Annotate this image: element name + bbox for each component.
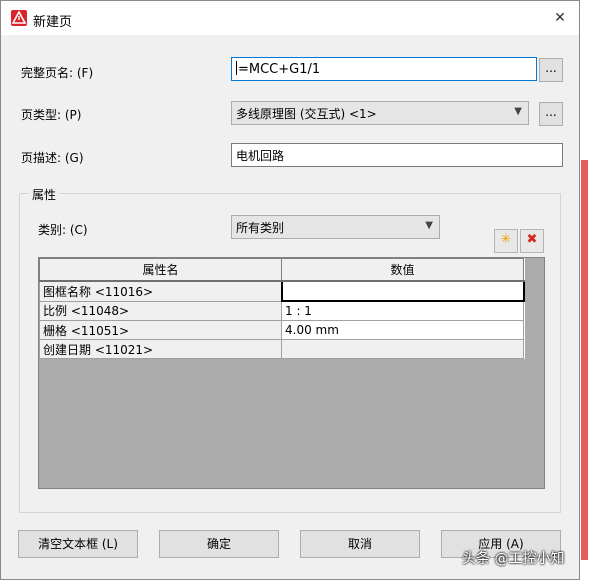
page-description-label: 页描述: (G) — [21, 151, 84, 165]
grid-header-row: 属性名 数值 — [39, 258, 524, 282]
chevron-down-icon: ▼ — [425, 220, 433, 231]
table-row: 创建日期 <11021> — [39, 339, 524, 359]
full-page-name-input[interactable]: =MCC+G1/1 — [231, 57, 537, 81]
page-type-browse-button[interactable]: ... — [539, 102, 563, 126]
watermark-text: 头条 @工控小知 — [462, 551, 565, 567]
category-label: 类别: (C) — [38, 223, 88, 237]
text-caret — [236, 61, 237, 75]
window-title: 新建页 — [33, 15, 73, 30]
properties-grid: 属性名 数值 图框名称 <11016> 比例 <11048> 1 : 1 栅格 … — [38, 257, 545, 489]
page-type-value: 多线原理图 (交互式) <1> — [236, 107, 377, 121]
property-value-cell[interactable]: 1 : 1 — [281, 300, 524, 321]
page-type-select[interactable]: 多线原理图 (交互式) <1> ▼ — [231, 101, 529, 125]
background-red-markings — [581, 160, 588, 560]
background-drawing — [580, 0, 589, 580]
property-name-cell: 创建日期 <11021> — [39, 339, 282, 359]
property-name-cell: 栅格 <11051> — [39, 320, 282, 340]
title-bar: 新建页 ✕ — [1, 1, 579, 35]
new-page-dialog: 新建页 ✕ 完整页名: (F) =MCC+G1/1 ... 页类型: (P) 多… — [0, 0, 580, 580]
cancel-button[interactable]: 取消 — [300, 530, 420, 558]
full-page-name-value: =MCC+G1/1 — [238, 62, 321, 77]
full-page-name-label: 完整页名: (F) — [21, 66, 94, 80]
ok-button[interactable]: 确定 — [159, 530, 279, 558]
property-name-cell: 比例 <11048> — [39, 300, 282, 321]
category-select[interactable]: 所有类别 ▼ — [231, 215, 440, 239]
property-name-cell: 图框名称 <11016> — [39, 280, 282, 302]
property-value-cell[interactable]: 4.00 mm — [281, 320, 524, 340]
chevron-down-icon: ▼ — [514, 106, 522, 117]
column-header-property-name[interactable]: 属性名 — [39, 258, 282, 282]
category-value: 所有类别 — [236, 221, 285, 235]
app-logo-icon — [11, 10, 27, 26]
clear-textbox-button[interactable]: 清空文本框 (L) — [18, 530, 138, 558]
full-page-name-browse-button[interactable]: ... — [539, 58, 563, 82]
close-icon[interactable]: ✕ — [549, 7, 571, 29]
table-row: 比例 <11048> 1 : 1 — [39, 300, 524, 321]
delete-x-icon[interactable]: ✖ — [520, 229, 544, 253]
page-description-input[interactable]: 电机回路 — [231, 143, 563, 167]
property-value-cell[interactable] — [281, 339, 524, 359]
page-type-label: 页类型: (P) — [21, 108, 82, 122]
properties-group-label: 属性 — [29, 186, 60, 203]
new-star-icon[interactable]: ✳ — [494, 229, 518, 253]
property-value-cell[interactable] — [280, 280, 525, 302]
table-row: 栅格 <11051> 4.00 mm — [39, 320, 524, 340]
table-row: 图框名称 <11016> — [39, 280, 525, 302]
column-header-value[interactable]: 数值 — [281, 258, 524, 282]
